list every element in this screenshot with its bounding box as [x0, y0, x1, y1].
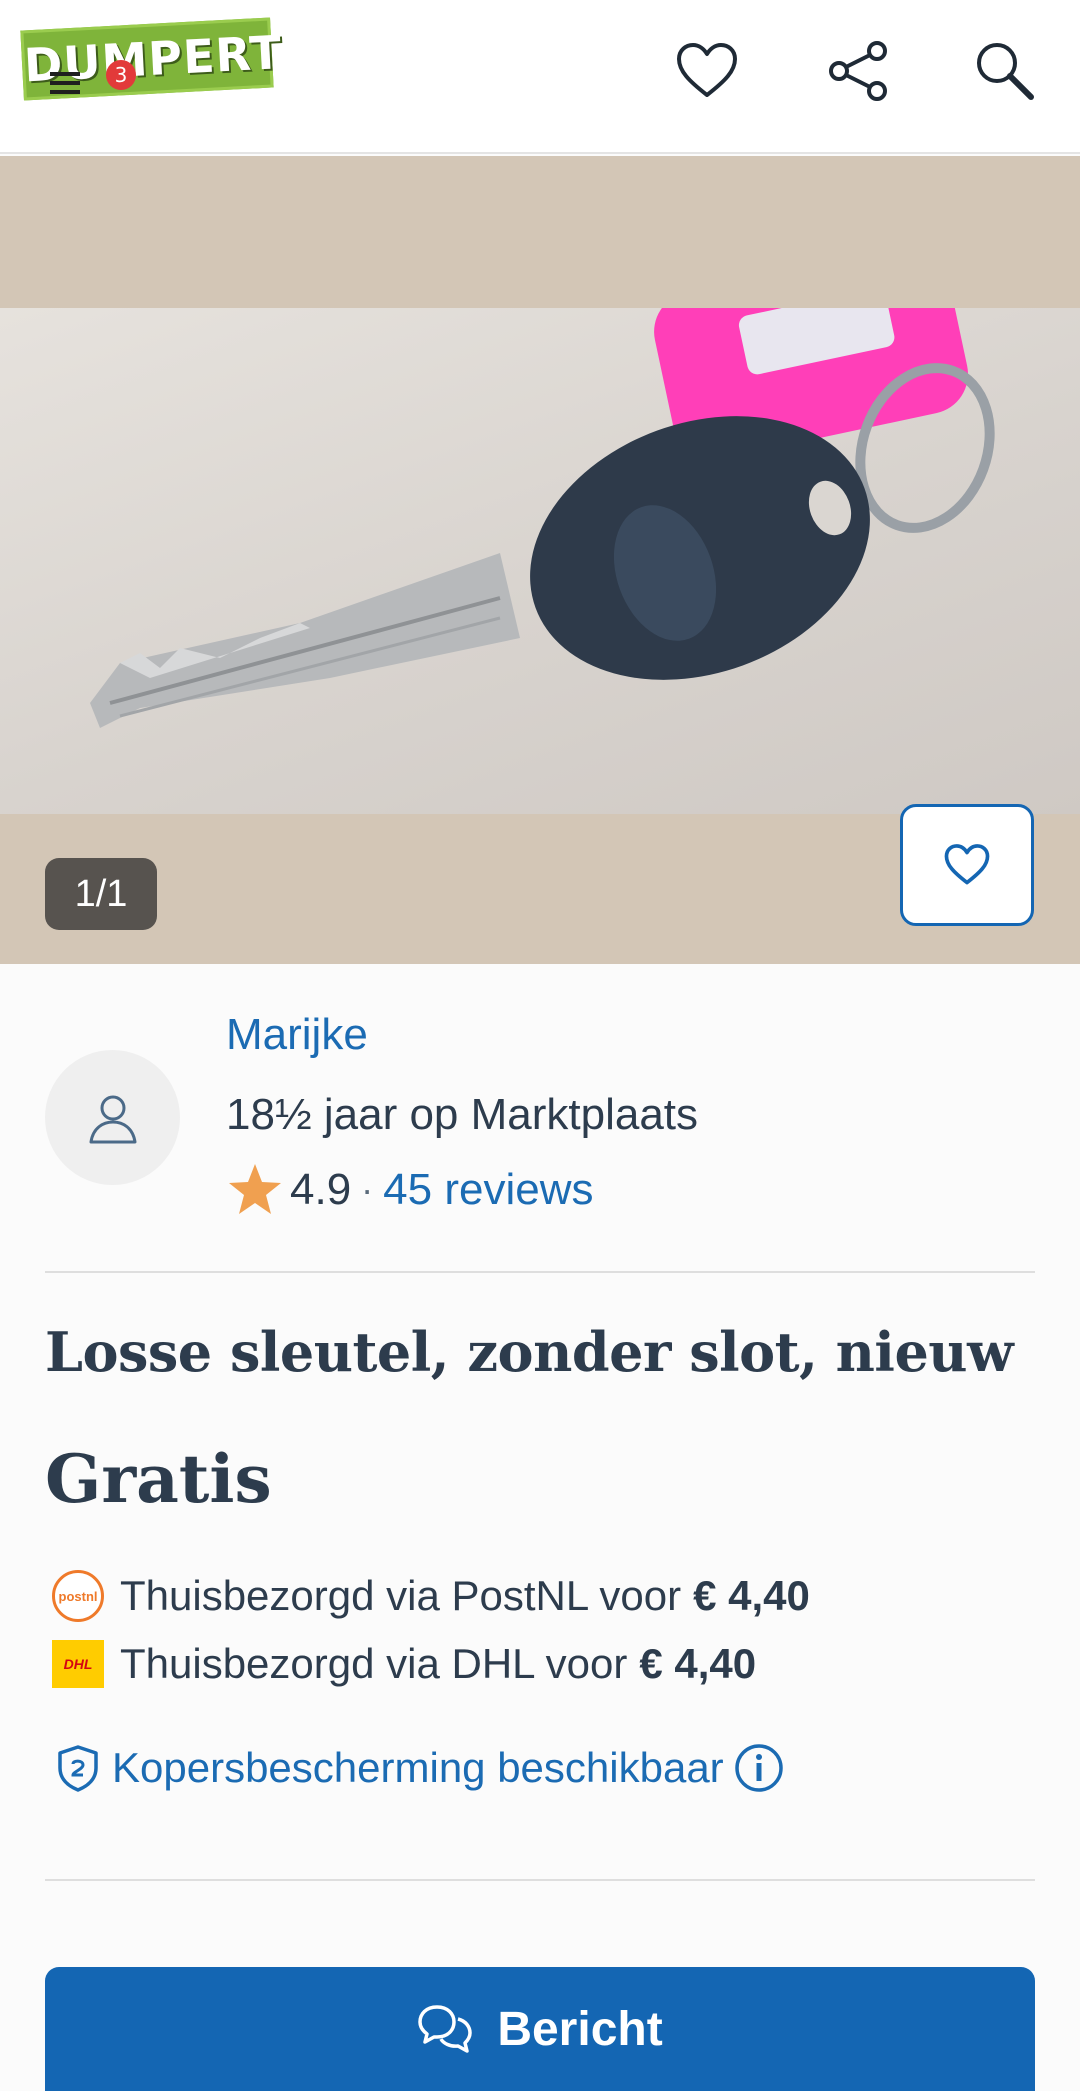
rating-separator: · [361, 1169, 374, 1210]
divider [45, 1271, 1035, 1273]
dumpert-logo[interactable]: DUMPERT 3 [20, 17, 283, 104]
top-bar: DUMPERT 3 [0, 0, 1080, 154]
listing-price: Gratis [45, 1440, 272, 1518]
image-counter: 1/1 [45, 858, 157, 930]
shipping-price: € 4,40 [693, 1572, 810, 1619]
seller-avatar[interactable] [45, 1050, 180, 1185]
favorite-heart-icon[interactable] [672, 36, 742, 106]
buyer-protection-link[interactable]: Kopersbescherming beschikbaar [56, 1738, 784, 1798]
buyer-protection-label: Kopersbescherming beschikbaar [112, 1744, 724, 1791]
heart-icon [944, 844, 990, 885]
shipping-label: Thuisbezorgd via PostNL voor [120, 1572, 682, 1619]
message-button[interactable]: Bericht [45, 1967, 1035, 2091]
shipping-option-postnl: postnl Thuisbezorgd via PostNL voor € 4,… [52, 1568, 810, 1624]
notification-badge: 3 [106, 60, 136, 90]
share-icon[interactable] [824, 36, 894, 106]
shipping-label: Thuisbezorgd via DHL voor [120, 1640, 628, 1687]
info-icon[interactable] [734, 1743, 784, 1793]
shield-icon [58, 1745, 98, 1792]
rating-value: 4.9 [290, 1165, 352, 1214]
postnl-logo: postnl [52, 1570, 104, 1622]
listing-title: Losse sleutel, zonder slot, nieuw [45, 1320, 1014, 1384]
user-icon [89, 1095, 136, 1143]
message-button-label: Bericht [497, 2002, 663, 2056]
search-icon[interactable] [970, 36, 1040, 106]
shipping-option-dhl: DHL Thuisbezorgd via DHL voor € 4,40 [52, 1636, 756, 1692]
seller-membership: 18½ jaar op Marktplaats [226, 1090, 699, 1139]
shipping-price: € 4,40 [639, 1640, 757, 1687]
dhl-logo: DHL [52, 1640, 104, 1688]
star-icon [229, 1164, 281, 1214]
listing-photo[interactable] [0, 308, 1080, 814]
chat-icon [418, 2005, 473, 2053]
reviews-link[interactable]: 45 reviews [383, 1165, 593, 1215]
seller-rating: 4.9 · 45 reviews [226, 1160, 593, 1220]
menu-icon[interactable] [50, 72, 86, 94]
favorite-button[interactable] [900, 804, 1034, 926]
divider [45, 1879, 1035, 1881]
image-gallery[interactable]: 1/1 [0, 156, 1080, 964]
seller-name-link[interactable]: Marijke [226, 1010, 368, 1060]
